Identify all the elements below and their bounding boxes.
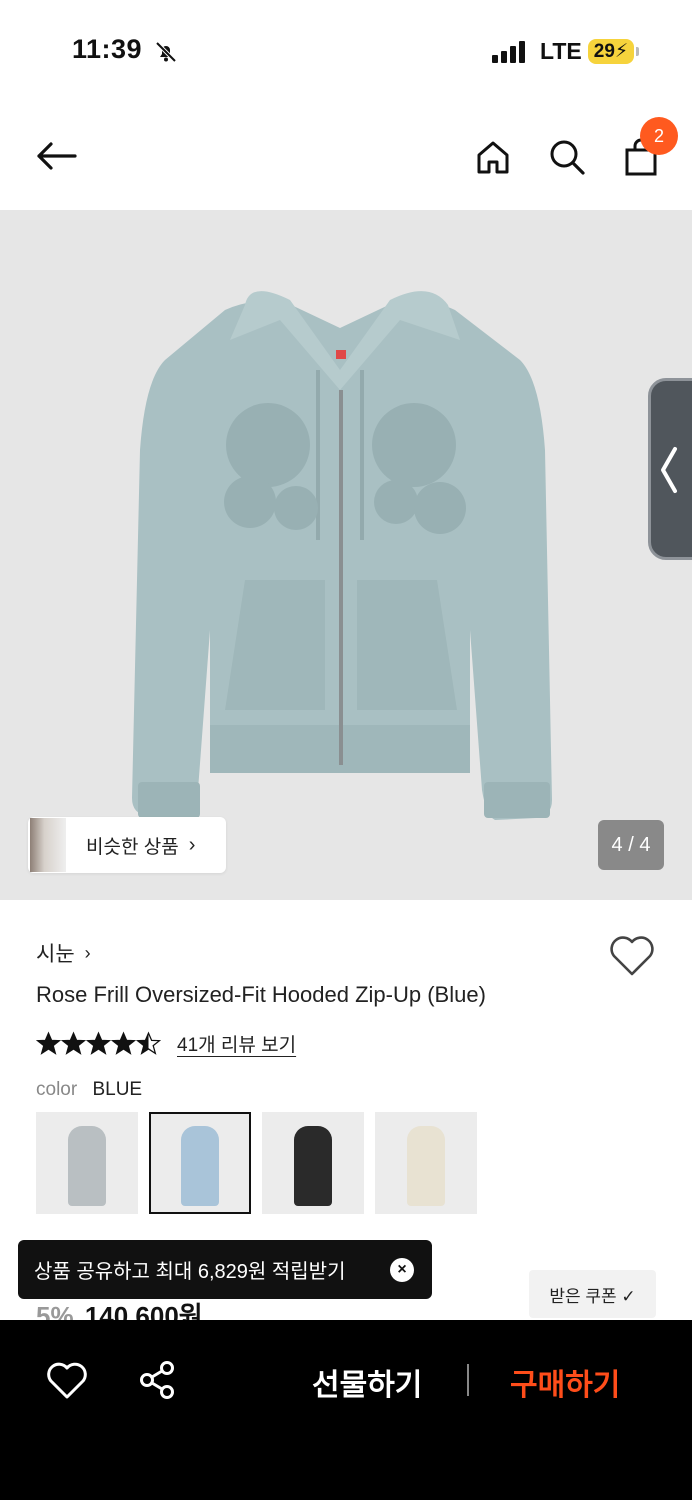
brand-name: 시눈 bbox=[36, 943, 75, 966]
battery-nub bbox=[636, 47, 639, 56]
close-icon[interactable]: × bbox=[390, 1258, 414, 1282]
similar-products-label: 비슷한 상품 bbox=[86, 836, 179, 858]
buy-button[interactable]: 구매하기 bbox=[510, 1360, 620, 1404]
hoodie-image bbox=[132, 291, 552, 820]
side-panel-handle[interactable] bbox=[648, 378, 692, 560]
product-image-gallery[interactable] bbox=[0, 210, 692, 900]
swatch-black[interactable] bbox=[262, 1112, 364, 1214]
color-label: color bbox=[36, 1079, 78, 1100]
status-bar: 11:39 LTE 29 ⚡ bbox=[0, 0, 692, 100]
top-nav bbox=[0, 100, 692, 210]
battery-indicator: 29 ⚡ bbox=[588, 39, 634, 64]
received-coupon-button[interactable]: 받은 쿠폰 ✓ bbox=[529, 1270, 656, 1318]
chevron-left-icon bbox=[661, 447, 677, 493]
color-value: BLUE bbox=[92, 1079, 143, 1100]
chevron-right-icon: › bbox=[188, 833, 196, 856]
battery-level: 29 bbox=[593, 40, 615, 62]
swatch-figure bbox=[181, 1126, 219, 1206]
home-button[interactable] bbox=[470, 134, 516, 180]
swatch-figure bbox=[407, 1126, 445, 1206]
swatch-grey[interactable] bbox=[36, 1112, 138, 1214]
price-row: 5% 140,600원 bbox=[36, 1296, 203, 1320]
star-icon bbox=[136, 1030, 161, 1055]
gift-button[interactable]: 선물하기 bbox=[312, 1360, 422, 1404]
star-rating bbox=[36, 1030, 161, 1056]
color-swatches bbox=[36, 1112, 488, 1214]
reviews-link[interactable]: 41개 리뷰 보기 bbox=[177, 1030, 296, 1057]
divider bbox=[467, 1364, 469, 1396]
share-reward-toast[interactable]: 상품 공유하고 최대 6,829원 적립받기 × bbox=[18, 1240, 432, 1299]
wishlist-button[interactable] bbox=[608, 934, 656, 982]
bottom-wishlist-button[interactable] bbox=[46, 1362, 88, 1400]
bottom-action-bar: 선물하기 구매하기 bbox=[0, 1320, 692, 1500]
color-row: color BLUE bbox=[36, 1079, 142, 1101]
share-icon bbox=[140, 1361, 174, 1399]
swatch-figure bbox=[68, 1126, 106, 1206]
star-icon bbox=[61, 1030, 86, 1055]
star-icon bbox=[111, 1030, 136, 1055]
network-label: LTE bbox=[540, 38, 582, 64]
chevron-right-icon: › bbox=[84, 942, 91, 963]
swatch-blue[interactable] bbox=[149, 1112, 251, 1214]
star-icon bbox=[86, 1030, 111, 1055]
signal-icon bbox=[492, 41, 525, 63]
cart-count-badge: 2 bbox=[640, 117, 678, 155]
back-button[interactable] bbox=[30, 136, 82, 176]
discount-rate: 5% bbox=[36, 1301, 74, 1320]
search-button[interactable] bbox=[544, 134, 590, 180]
heart-icon bbox=[610, 936, 654, 976]
charging-icon: ⚡ bbox=[614, 41, 629, 62]
rating-row: 41개 리뷰 보기 bbox=[36, 1028, 296, 1058]
heart-icon bbox=[47, 1362, 87, 1399]
status-time: 11:39 bbox=[72, 34, 143, 64]
home-icon bbox=[477, 141, 509, 174]
similar-products-button[interactable]: 비슷한 상품 › bbox=[28, 817, 226, 873]
product-title: Rose Frill Oversized-Fit Hooded Zip-Up (… bbox=[36, 982, 486, 1007]
arrow-left-icon bbox=[37, 142, 77, 170]
swatch-cream[interactable] bbox=[375, 1112, 477, 1214]
swatch-figure bbox=[294, 1126, 332, 1206]
image-page-indicator: 4 / 4 bbox=[598, 820, 664, 870]
toast-message: 상품 공유하고 최대 6,829원 적립받기 bbox=[34, 1261, 346, 1283]
price: 140,600원 bbox=[84, 1301, 203, 1320]
similar-product-thumbnail bbox=[30, 818, 66, 872]
search-icon bbox=[550, 140, 585, 175]
brand-link[interactable]: 시눈 › bbox=[36, 938, 91, 968]
star-icon bbox=[36, 1030, 61, 1055]
share-button[interactable] bbox=[138, 1360, 176, 1400]
bell-mute-icon bbox=[155, 41, 177, 63]
